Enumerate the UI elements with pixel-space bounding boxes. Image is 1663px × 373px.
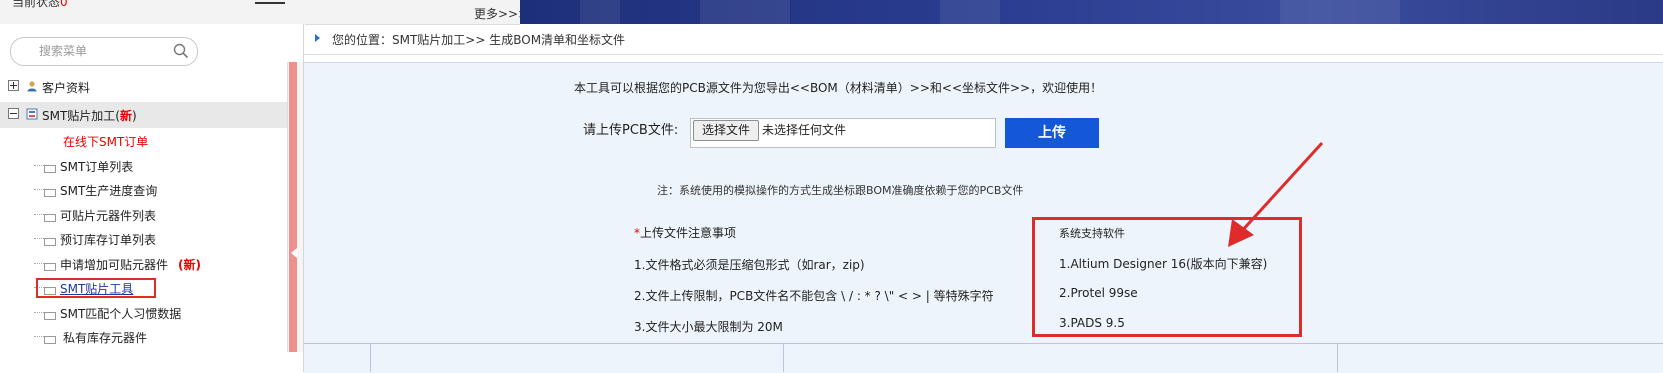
sidebar-item-label: 在线下SMT订单 <box>63 135 149 149</box>
collapse-arrow-icon[interactable] <box>291 248 297 258</box>
sidebar-item-stock-orders[interactable]: 预订库存订单列表 <box>0 228 305 250</box>
customer-icon <box>27 81 37 92</box>
top-tab-indicator <box>255 0 285 4</box>
notes-title: *上传文件注意事项 <box>634 226 737 240</box>
table-column-divider <box>1337 343 1338 372</box>
upload-label: 请上传PCB文件: <box>583 123 679 138</box>
breadcrumb-arrow-icon <box>315 34 320 42</box>
upload-button[interactable]: 上传 <box>1005 118 1099 148</box>
sidebar-group-label: SMT贴片加工(新) <box>42 109 137 123</box>
note-line: 1.文件格式必须是压缩包形式（如rar，zip) <box>634 258 865 272</box>
top-status-label: 当前状态 <box>12 0 61 9</box>
note-line: 2.文件上传限制，PCB文件名不能包含 \ / : * ? \" < > | 等… <box>634 289 994 303</box>
doc-icon <box>44 189 56 197</box>
top-status-count: 0 <box>60 0 68 9</box>
doc-icon <box>44 238 56 246</box>
choose-file-button[interactable]: 选择文件 <box>693 120 759 141</box>
smt-icon <box>26 108 38 120</box>
search-icon[interactable] <box>173 43 189 59</box>
sidebar-item-label: SMT生产进度查询 <box>60 184 158 198</box>
intro-text: 本工具可以根据您的PCB源文件为您导出<<BOM（材料清单）>>和<<坐标文件>… <box>574 81 1103 95</box>
doc-icon <box>44 165 56 173</box>
collapse-sidebar-handle[interactable] <box>289 62 297 352</box>
arrow-icon <box>1228 141 1324 247</box>
sidebar-item-order-list[interactable]: SMT订单列表 <box>0 155 305 177</box>
sidebar-group-customer[interactable]: 客户资料 <box>0 74 305 100</box>
sidebar-item-label: SMT订单列表 <box>60 160 134 174</box>
expand-icon[interactable] <box>8 80 19 91</box>
collapse-icon[interactable] <box>8 108 19 119</box>
sidebar-item-label: 可贴片元器件列表 <box>60 209 157 223</box>
table-column-divider <box>783 343 784 372</box>
table-column-divider <box>370 343 371 372</box>
doc-icon <box>44 312 56 320</box>
breadcrumb: 您的位置：SMT贴片加工>> 生成BOM清单和坐标文件 <box>332 33 626 47</box>
sidebar-group-label: 客户资料 <box>42 81 91 95</box>
sidebar-item-habit-data[interactable]: SMT匹配个人习惯数据 <box>0 302 305 324</box>
sidebar-item-label: 预订库存订单列表 <box>60 233 157 247</box>
sidebar-item-online-order[interactable]: 在线下SMT订单 <box>0 130 305 152</box>
doc-icon <box>44 336 56 344</box>
sidebar-item-private-stock[interactable]: 私有库存元器件 <box>0 326 305 348</box>
search-box[interactable] <box>10 37 198 66</box>
sidebar-item-label: 私有库存元器件 <box>63 331 148 345</box>
highlight-box-smt-tool <box>36 278 156 298</box>
sidebar-item-components[interactable]: 可贴片元器件列表 <box>0 204 305 226</box>
accuracy-note: 注：系统使用的模拟操作的方式生成坐标跟BOM准确度依赖于您的PCB文件 <box>657 184 1024 197</box>
sidebar-item-apply-components[interactable]: 申请增加可贴元器件 (新) <box>0 253 305 275</box>
table-header-line <box>304 343 1663 344</box>
sidebar-group-smt[interactable]: SMT贴片加工(新) <box>0 102 305 128</box>
doc-icon <box>44 263 56 271</box>
search-input[interactable] <box>39 43 159 59</box>
doc-icon <box>44 214 56 222</box>
top-status-text: 当前状态0 <box>12 0 68 10</box>
file-status: 未选择任何文件 <box>762 123 847 137</box>
sidebar-item-progress[interactable]: SMT生产进度查询 <box>0 179 305 201</box>
content-panel <box>304 62 1663 373</box>
sidebar-item-label: SMT匹配个人习惯数据 <box>60 307 182 321</box>
sidebar-item-label: 申请增加可贴元器件 (新) <box>60 258 201 272</box>
header-banner <box>520 0 1663 24</box>
note-line: 3.文件大小最大限制为 20M <box>634 320 783 334</box>
